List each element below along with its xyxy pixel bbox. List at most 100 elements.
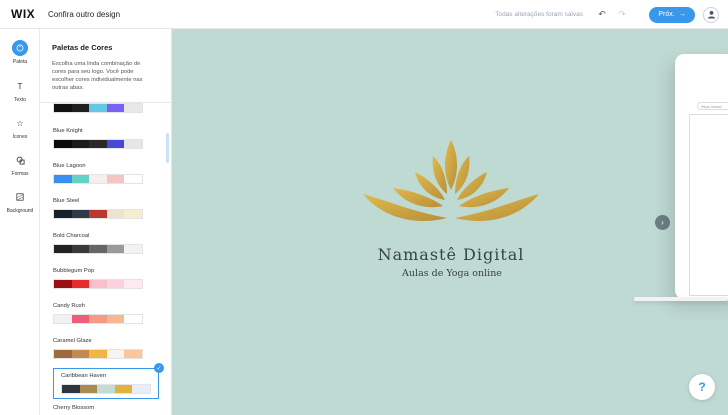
panel-header: Paletas de Cores Escolha uma linda combi…: [40, 29, 171, 103]
shapes-icon: [12, 152, 28, 168]
account-avatar[interactable]: [703, 6, 719, 23]
undo-icon[interactable]: ↶: [595, 8, 609, 22]
palette-name: Cherry Blossom: [53, 405, 95, 411]
next-button[interactable]: Próx. →: [649, 6, 695, 23]
palette-swatches: [53, 139, 143, 149]
help-button[interactable]: ?: [689, 374, 715, 400]
palette-swatches: [53, 244, 143, 254]
panel-scrollbar[interactable]: [166, 133, 169, 163]
palette-swatches: [53, 349, 143, 359]
color-swatch: [71, 140, 90, 148]
palette-item[interactable]: Cherry Blossom: [53, 405, 159, 415]
palette-item[interactable]: Bubblegum Pop: [53, 268, 159, 289]
rail-item-icons[interactable]: ☆ Ícones: [0, 115, 40, 141]
rail-item-palette[interactable]: Paleta: [0, 40, 40, 65]
color-palette-panel: Paletas de Cores Escolha uma linda combi…: [40, 29, 172, 415]
device-url-bar: https://www: [697, 102, 728, 110]
color-swatch: [106, 245, 125, 253]
color-swatch: [71, 350, 90, 358]
page-title: Confira outro design: [48, 9, 121, 19]
color-swatch: [124, 280, 142, 288]
rail-item-shapes[interactable]: Formas: [0, 152, 40, 177]
rail-item-background[interactable]: Background: [0, 189, 40, 214]
color-swatch: [54, 210, 72, 218]
palette-name: Blue Lagoon: [53, 163, 86, 169]
user-icon: [707, 10, 715, 19]
redo-icon[interactable]: ↷: [615, 8, 629, 22]
panel-title: Paletas de Cores: [52, 43, 113, 52]
check-icon: ✓: [154, 363, 164, 373]
color-swatch: [106, 210, 125, 218]
palette-item[interactable]: Blue Knight: [53, 128, 159, 149]
palette-item[interactable]: Blue Lagoon: [53, 163, 159, 184]
color-swatch: [106, 140, 125, 148]
color-swatch: [62, 385, 80, 393]
palette-item[interactable]: Bold Charcoal: [53, 233, 159, 254]
brand-subtitle: Aulas de Yoga online: [402, 268, 502, 279]
palette-item[interactable]: [53, 103, 159, 113]
palette-item-selected[interactable]: Caribbean Haven ✓: [53, 363, 164, 399]
palette-icon: [12, 40, 28, 56]
color-swatch: [54, 175, 72, 183]
color-swatch: [106, 175, 125, 183]
color-swatch: [106, 315, 125, 323]
palette-item[interactable]: Caramel Glaze: [53, 338, 159, 359]
color-swatch: [124, 350, 142, 358]
lotus-logo: [363, 140, 539, 221]
color-swatch: [54, 350, 72, 358]
palette-name: Bubblegum Pop: [53, 268, 95, 274]
color-swatch: [54, 315, 72, 323]
rail-item-text[interactable]: T Texto: [0, 78, 40, 104]
color-swatch: [89, 140, 107, 148]
color-swatch: [89, 245, 107, 253]
color-swatch: [89, 175, 107, 183]
logo-preview-canvas: Namastê Digital Aulas de Yoga online › h…: [172, 29, 728, 415]
palette-swatches: [53, 174, 143, 184]
palette-name: Bold Charcoal: [53, 233, 90, 239]
rail-label: Background: [6, 208, 34, 214]
color-swatch: [124, 245, 142, 253]
panel-description: Escolha uma linda combinação de cores pa…: [52, 61, 143, 91]
palette-item[interactable]: Candy Rush: [53, 303, 159, 324]
color-swatch: [106, 280, 125, 288]
rail-label: Texto: [14, 97, 26, 103]
arrow-right-icon: →: [678, 11, 686, 18]
color-swatch: [71, 104, 90, 112]
color-swatch: [54, 245, 72, 253]
next-button-label: Próx.: [658, 11, 675, 18]
palette-swatches: [53, 314, 143, 324]
palette-item[interactable]: Blue Steel: [53, 198, 159, 219]
color-swatch: [124, 175, 142, 183]
color-swatch: [114, 385, 133, 393]
saved-status: Todas alterações foram salvas: [495, 11, 583, 18]
palette-name: Blue Steel: [53, 198, 80, 204]
chevron-right-icon[interactable]: ›: [655, 215, 670, 230]
device-base: [634, 297, 728, 301]
top-right-controls: Todas alterações foram salvas ↶ ↷ Próx. …: [495, 0, 728, 29]
color-swatch: [132, 385, 150, 393]
color-swatch: [124, 140, 142, 148]
color-swatch: [71, 315, 90, 323]
rail-label: Formas: [11, 171, 29, 177]
palette-swatches: [53, 209, 143, 219]
color-swatch: [97, 385, 115, 393]
palette-name: Caribbean Haven: [61, 373, 107, 379]
device-screen: [689, 114, 728, 296]
color-swatch: [71, 210, 90, 218]
color-swatch: [106, 350, 125, 358]
color-swatch: [106, 104, 125, 112]
color-swatch: [54, 104, 72, 112]
palette-name: Candy Rush: [53, 303, 85, 309]
device-mockup: https://www: [675, 54, 728, 299]
color-swatch: [124, 315, 142, 323]
palette-name: Blue Knight: [53, 128, 83, 134]
text-icon: T: [17, 81, 23, 91]
wix-logo[interactable]: WIX: [0, 7, 40, 21]
color-swatch: [89, 280, 107, 288]
top-bar: WIX Confira outro design Todas alteraçõe…: [0, 0, 728, 29]
color-swatch: [89, 315, 107, 323]
color-swatch: [54, 280, 72, 288]
color-swatch: [71, 245, 90, 253]
star-icon: ☆: [16, 118, 24, 128]
color-swatch: [89, 210, 107, 218]
